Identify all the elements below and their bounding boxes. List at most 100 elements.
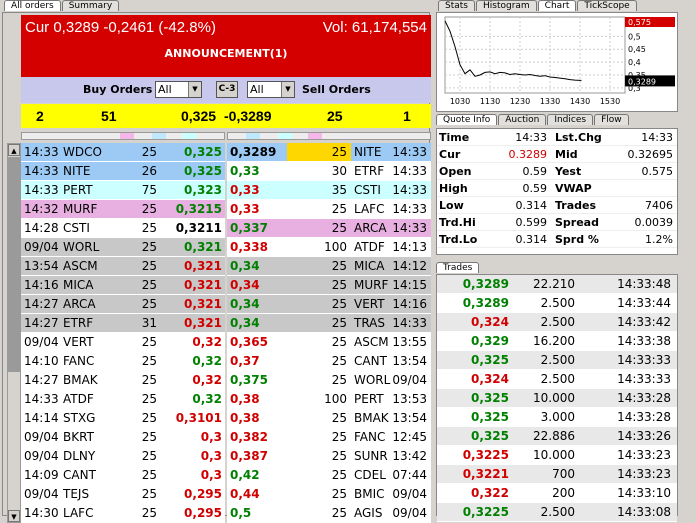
trade-row[interactable]: 0,3289 22.210 14:33:48: [437, 275, 677, 294]
buy-column-header[interactable]: [21, 132, 225, 140]
buy-order-row[interactable]: 09/04 VERT 25 0,32: [21, 333, 225, 352]
tab-quote-info[interactable]: Quote Info: [436, 114, 498, 125]
buy-order-row[interactable]: 09/04 TEJS 25 0,295: [21, 485, 225, 504]
announcement-link[interactable]: ANNOUNCEMENT(1): [21, 47, 431, 60]
trade-row[interactable]: 0,329 16.200 14:33:38: [437, 332, 677, 351]
tab-histogram[interactable]: Histogram: [475, 0, 537, 11]
buy-order-row[interactable]: 14:10 FANC 25 0,32: [21, 352, 225, 371]
tab-indices[interactable]: Indices: [547, 114, 594, 125]
sell-order-row[interactable]: 0,33 35 CSTI 14:33: [227, 181, 431, 200]
sell-order-row[interactable]: 0,34 25 VERT 14:16: [227, 295, 431, 314]
order-time: 13:42: [392, 449, 427, 463]
scroll-down-arrow-icon[interactable]: ▼: [8, 510, 20, 522]
order-time: 14:33: [24, 392, 59, 406]
trade-time: 14:33:33: [617, 353, 671, 367]
trade-row[interactable]: 0,325 2.500 14:33:33: [437, 351, 677, 370]
sell-order-row[interactable]: 0,34 25 TRAS 14:33: [227, 314, 431, 333]
sell-order-row[interactable]: 0,34 25 MURF 14:15: [227, 276, 431, 295]
buy-order-row[interactable]: 14:33 NITE 26 0,325: [21, 162, 225, 181]
sell-order-row[interactable]: 0,44 25 BMIC 09/04: [227, 485, 431, 504]
link-button[interactable]: C-3: [216, 81, 238, 98]
intraday-chart[interactable]: 0,50,450,40,350,310301130123013301430153…: [436, 12, 678, 112]
tab-auction[interactable]: Auction: [498, 114, 547, 125]
sell-order-row[interactable]: 0,337 25 ARCA 14:33: [227, 219, 431, 238]
trade-row[interactable]: 0,325 22.886 14:33:26: [437, 427, 677, 446]
sell-order-row[interactable]: 0,33 25 LAFC 14:33: [227, 200, 431, 219]
buy-order-row[interactable]: 09/04 BKRT 25 0,3: [21, 428, 225, 447]
trade-row[interactable]: 0,3225 2.500 14:33:08: [437, 503, 677, 522]
sell-column-header[interactable]: [227, 132, 431, 140]
order-time: 14:30: [24, 506, 59, 520]
order-size: 25: [141, 392, 157, 406]
buy-order-row[interactable]: 14:27 ETRF 31 0,321: [21, 314, 225, 333]
sell-order-row[interactable]: 0,3289 25 NITE 14:33: [227, 143, 431, 162]
sell-order-row[interactable]: 0,33 30 ETRF 14:33: [227, 162, 431, 181]
sell-order-row[interactable]: 0,382 25 FANC 12:45: [227, 428, 431, 447]
buy-order-row[interactable]: 14:16 MICA 25 0,321: [21, 276, 225, 295]
tab-summary[interactable]: Summary: [61, 0, 120, 11]
order-size: 25: [141, 221, 157, 235]
scroll-thumb[interactable]: [8, 157, 20, 372]
market-maker: ASCM: [63, 259, 98, 273]
tab-trades[interactable]: Trades: [436, 262, 480, 273]
buy-order-row[interactable]: 14:14 STXG 25 0,3101: [21, 409, 225, 428]
trade-size: 700: [552, 467, 575, 481]
sell-order-row[interactable]: 0,38 100 PERT 13:53: [227, 390, 431, 409]
buy-order-row[interactable]: 14:33 ATDF 25 0,32: [21, 390, 225, 409]
quote-row: High 0.59 VWAP: [437, 180, 677, 197]
buy-order-row[interactable]: 09/04 WORL 25 0,321: [21, 238, 225, 257]
scroll-up-arrow-icon[interactable]: ▲: [8, 144, 20, 156]
market-maker: WDCO: [63, 145, 102, 159]
order-price: 0,34: [230, 316, 260, 330]
market-maker: BMAK: [354, 411, 389, 425]
trade-row[interactable]: 0,3225 10.000 14:33:23: [437, 446, 677, 465]
sell-order-row[interactable]: 0,365 25 ASCM 13:55: [227, 333, 431, 352]
market-maker: ASCM: [354, 335, 389, 349]
order-size: 25: [141, 449, 157, 463]
market-maker: LAFC: [63, 506, 94, 520]
buy-order-row[interactable]: 14:09 CANT 25 0,3: [21, 466, 225, 485]
tab-tickscope[interactable]: TickScope: [577, 0, 637, 11]
buy-order-row[interactable]: 13:54 ASCM 25 0,321: [21, 257, 225, 276]
sell-order-row[interactable]: 0,34 25 MICA 14:12: [227, 257, 431, 276]
quote-row: Time 14:33 Lst.Chg 14:33: [437, 129, 677, 146]
buy-filter-select[interactable]: All ▼: [155, 81, 202, 98]
sell-order-row[interactable]: 0,387 25 SUNR 13:42: [227, 447, 431, 466]
trade-row[interactable]: 0,325 3.000 14:33:28: [437, 408, 677, 427]
trade-row[interactable]: 0,324 2.500 14:33:42: [437, 313, 677, 332]
buy-order-row[interactable]: 14:33 PERT 75 0,323: [21, 181, 225, 200]
sell-filter-select[interactable]: All ▼: [247, 81, 295, 98]
sell-order-row[interactable]: 0,42 25 CDEL 07:44: [227, 466, 431, 485]
trade-time: 14:33:23: [617, 448, 671, 462]
sell-order-row[interactable]: 0,338 100 ATDF 14:13: [227, 238, 431, 257]
trade-row[interactable]: 0,3221 700 14:33:23: [437, 465, 677, 484]
trade-row[interactable]: 0,325 10.000 14:33:28: [437, 389, 677, 408]
tab-chart[interactable]: Chart: [537, 0, 577, 11]
tab-flow[interactable]: Flow: [594, 114, 629, 125]
trade-row[interactable]: 0,324 2.500 14:33:33: [437, 370, 677, 389]
trade-row[interactable]: 0,322 200 14:33:10: [437, 484, 677, 503]
order-size: 25: [141, 430, 157, 444]
sell-order-row[interactable]: 0,375 25 WORL 09/04: [227, 371, 431, 390]
buy-order-row[interactable]: 14:32 MURF 25 0,3215: [21, 200, 225, 219]
trade-row[interactable]: 0,3289 2.500 14:33:44: [437, 294, 677, 313]
trade-time: 14:33:33: [617, 372, 671, 386]
order-price: 0,321: [184, 240, 222, 254]
order-price: 0,375: [230, 373, 268, 387]
buy-order-row[interactable]: 09/04 DLNY 25 0,3: [21, 447, 225, 466]
sell-order-row[interactable]: 0,38 25 BMAK 13:54: [227, 409, 431, 428]
sell-order-row[interactable]: 0,5 25 AGIS 09/04: [227, 504, 431, 523]
buy-order-row[interactable]: 14:28 CSTI 25 0,3211: [21, 219, 225, 238]
trade-size: 2.500: [540, 353, 575, 367]
buy-order-row[interactable]: 14:27 ARCA 25 0,321: [21, 295, 225, 314]
buy-order-row[interactable]: 14:30 LAFC 25 0,295: [21, 504, 225, 523]
tab-all-orders[interactable]: All orders: [4, 0, 61, 11]
tab-stats[interactable]: Stats: [438, 0, 475, 11]
sell-order-row[interactable]: 0,37 25 CANT 13:54: [227, 352, 431, 371]
buy-order-row[interactable]: 14:27 BMAK 25 0,32: [21, 371, 225, 390]
buy-order-row[interactable]: 14:33 WDCO 25 0,325: [21, 143, 225, 162]
trade-size: 2.500: [540, 296, 575, 310]
order-price: 0,38: [230, 392, 260, 406]
order-book-scrollbar[interactable]: ▲ ▼: [7, 143, 21, 523]
quote-label: Low: [439, 199, 464, 212]
